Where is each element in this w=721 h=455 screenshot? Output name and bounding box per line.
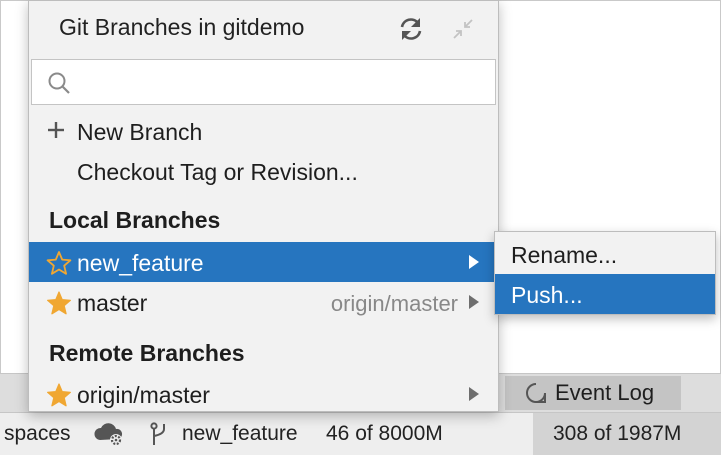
local-branches-header: Local Branches [49,207,221,233]
status-bar: spaces new_feature 46 of 8000M 308 of 19… [0,413,721,455]
branch-name: new_feature [77,250,204,276]
push-label: Push... [511,282,583,308]
branch-item-origin-master[interactable]: origin/master [29,374,498,414]
branch-name: master [77,290,148,316]
branch-search-field[interactable] [31,59,496,105]
refresh-icon[interactable] [397,15,425,43]
git-branches-popup: Git Branches in gitdemo New Branch Check… [28,0,499,412]
branch-actions-submenu: Rename... Push... [494,231,716,315]
event-log-label: Event Log [555,380,655,405]
rename-label: Rename... [511,242,618,268]
plus-icon [48,122,64,138]
event-log-button[interactable]: Event Log [505,376,681,410]
branch-item-master[interactable]: master origin/master [29,282,498,322]
submenu-arrow-icon [469,255,479,269]
checkout-tag-action[interactable]: Checkout Tag or Revision... [29,151,498,191]
current-branch-widget[interactable]: new_feature [182,413,298,455]
cloud-settings-icon[interactable] [92,413,128,455]
branch-name: origin/master [77,382,210,408]
indent-spaces-label[interactable]: spaces [4,413,71,455]
submenu-arrow-icon [469,295,479,309]
submenu-arrow-icon [469,387,479,401]
event-log-icon [526,383,546,403]
popup-title: Git Branches in gitdemo [59,14,305,40]
search-icon [48,72,70,94]
collapse-icon[interactable] [451,17,475,41]
popup-header: Git Branches in gitdemo [29,1,498,57]
checkout-tag-label: Checkout Tag or Revision... [77,159,358,185]
star-outline-icon[interactable] [46,250,72,276]
branch-item-new-feature[interactable]: new_feature [29,242,498,282]
star-filled-icon[interactable] [46,290,72,316]
tracking-branch-label: origin/master [330,291,458,316]
new-branch-label: New Branch [77,119,203,145]
git-branch-icon [148,413,170,455]
rename-action[interactable]: Rename... [495,234,715,274]
star-filled-icon[interactable] [46,382,72,408]
search-input[interactable] [80,66,484,100]
new-branch-action[interactable]: New Branch [29,111,498,151]
memory-indicator[interactable]: 46 of 8000M [326,413,443,455]
memory-indicator-secondary[interactable]: 308 of 1987M [533,413,721,455]
push-action[interactable]: Push... [495,274,715,314]
remote-branches-header: Remote Branches [49,340,245,366]
